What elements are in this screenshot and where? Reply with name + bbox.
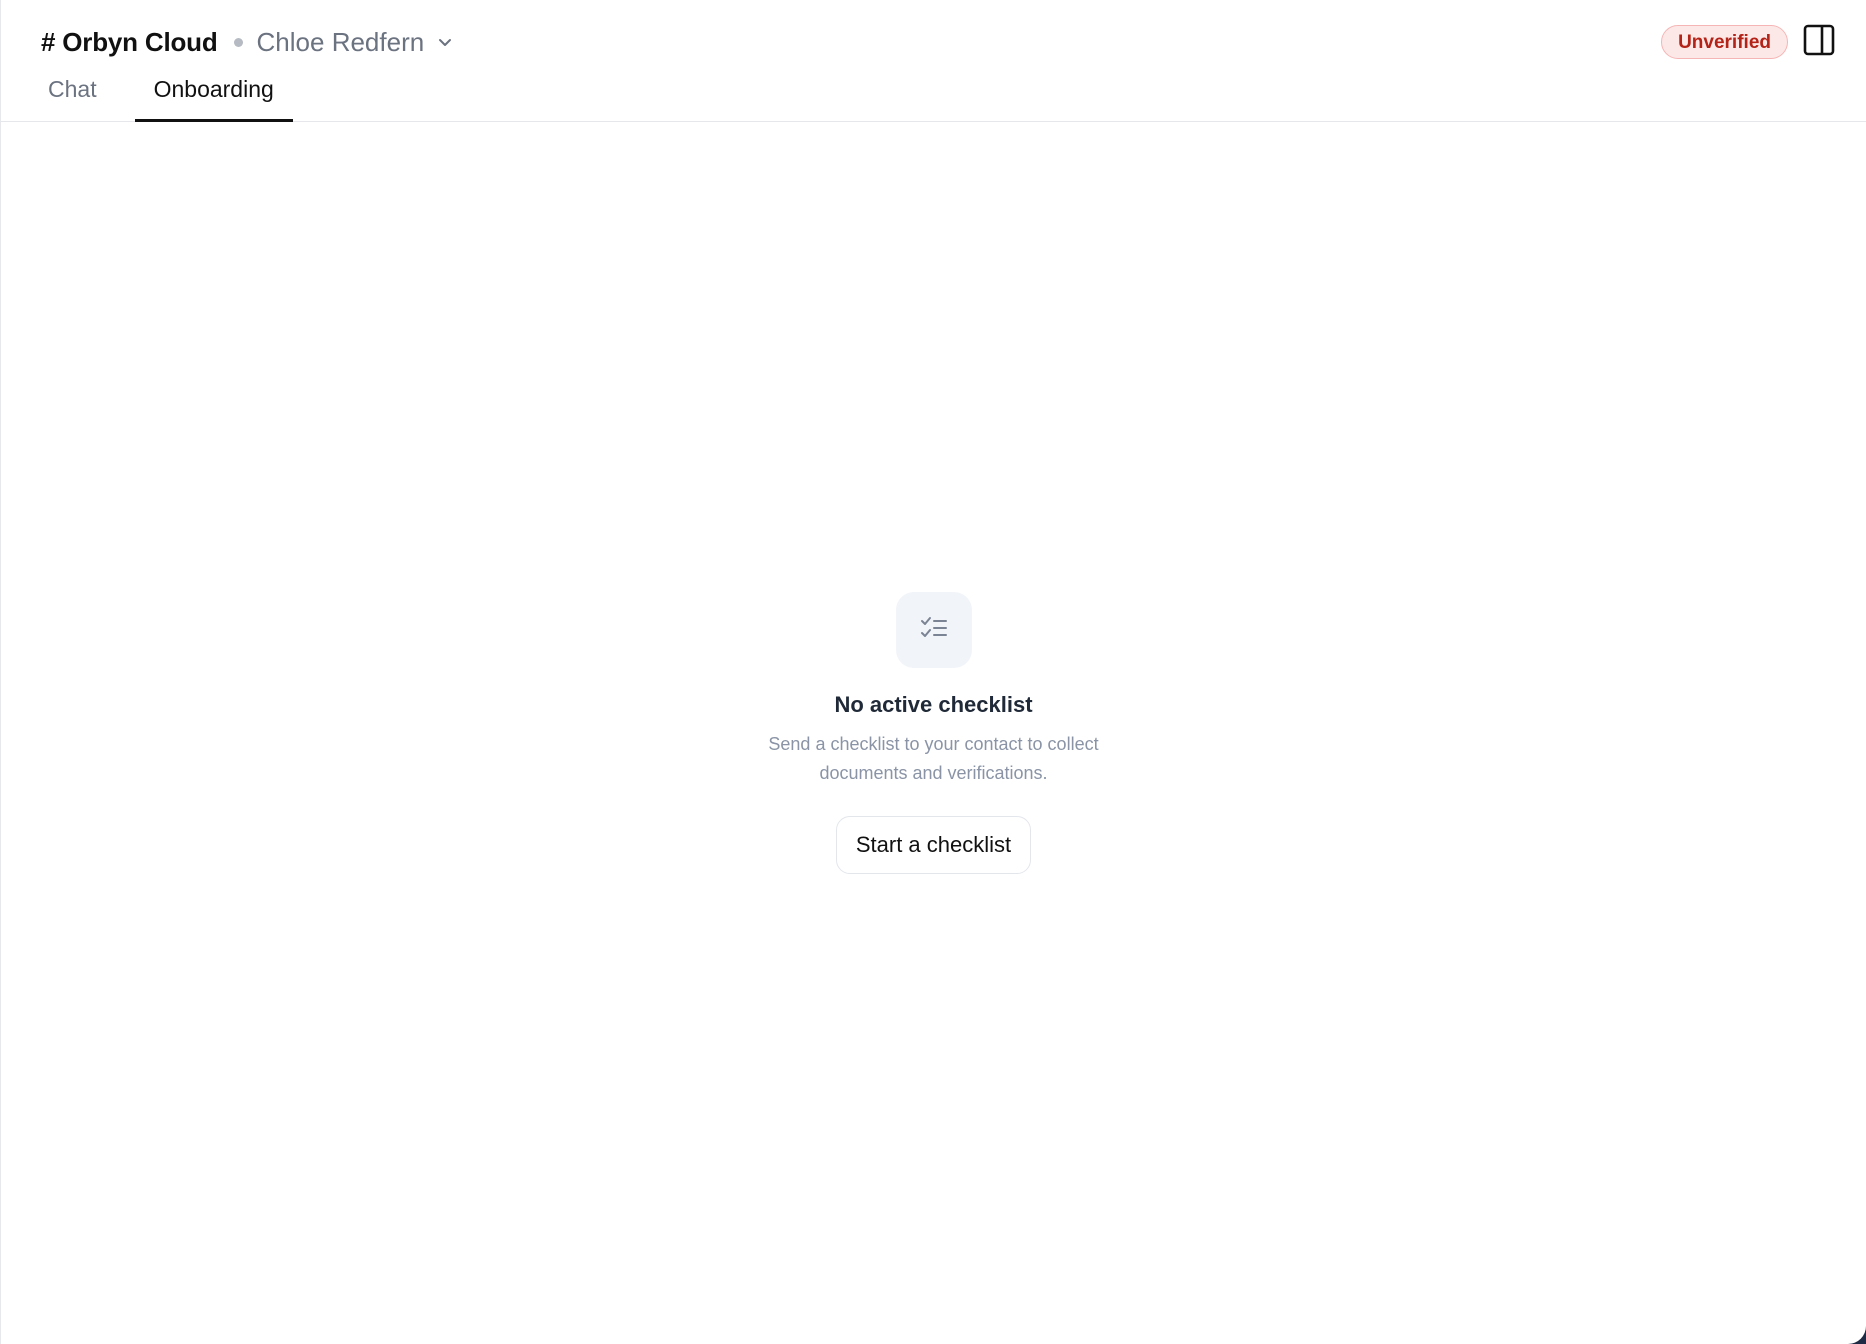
- empty-state-icon-container: [895, 592, 972, 668]
- sidebar-panel-icon: [1802, 23, 1836, 62]
- app-window: # Orbyn Cloud Chloe Redfern Chat Onboard…: [0, 0, 1866, 1344]
- tab-bar: Chat Onboarding: [29, 70, 294, 122]
- contact-name[interactable]: Chloe Redfern: [257, 27, 425, 58]
- title-row: # Orbyn Cloud Chloe Redfern: [41, 22, 454, 62]
- checklist-icon: [919, 613, 949, 648]
- chevron-down-icon[interactable]: [436, 33, 454, 51]
- status-badge: Unverified: [1661, 25, 1788, 59]
- conversation-header: # Orbyn Cloud Chloe Redfern Chat Onboard…: [1, 0, 1866, 122]
- separator-dot: [233, 37, 243, 47]
- channel-name: # Orbyn Cloud: [41, 26, 218, 57]
- empty-state-description: Send a checklist to your contact to coll…: [768, 734, 1099, 783]
- empty-state: No active checklist Send a checklist to …: [1, 592, 1866, 874]
- tab-chat[interactable]: Chat: [29, 70, 116, 122]
- header-actions: Unverified: [1661, 22, 1838, 62]
- toggle-panel-button[interactable]: [1800, 23, 1838, 61]
- start-checklist-button[interactable]: Start a checklist: [835, 816, 1032, 874]
- tab-onboarding[interactable]: Onboarding: [134, 70, 294, 122]
- empty-state-title: No active checklist: [834, 692, 1033, 717]
